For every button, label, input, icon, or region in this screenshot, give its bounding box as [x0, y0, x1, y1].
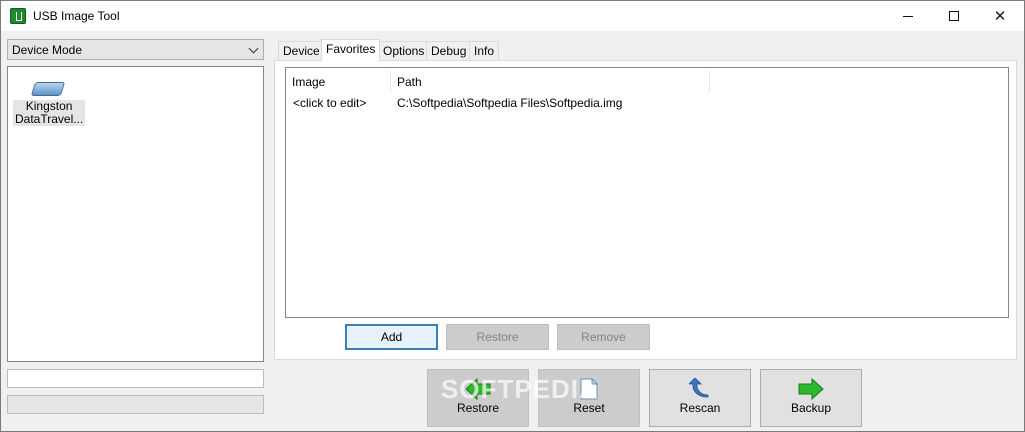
maximize-button[interactable]	[931, 1, 977, 31]
minimize-button[interactable]	[885, 1, 931, 31]
tab-info[interactable]: Info	[469, 41, 500, 60]
arrow-left-icon	[465, 378, 491, 400]
tab-device[interactable]: Device	[278, 41, 325, 60]
tab-options[interactable]: Options	[378, 41, 430, 60]
arrow-right-icon	[798, 378, 824, 400]
restore-favorite-button[interactable]: Restore	[446, 324, 549, 350]
backup-button[interactable]: Backup	[760, 369, 862, 427]
backup-label: Backup	[790, 401, 832, 415]
app-window: USB Image Tool ✕ Device Mode Kingston Dat…	[0, 0, 1025, 432]
reset-label: Reset	[573, 401, 605, 415]
device-item-kingston[interactable]: Kingston DataTravel...	[13, 82, 86, 126]
status-field	[7, 395, 264, 414]
favorites-list[interactable]: Image Path <click to edit> C:\Softpedia\…	[285, 67, 1009, 318]
device-label: Kingston DataTravel...	[13, 99, 86, 126]
maximize-icon	[949, 11, 959, 21]
favorite-path-cell[interactable]: C:\Softpedia\Softpedia Files\Softpedia.i…	[397, 96, 622, 110]
mode-select[interactable]: Device Mode	[7, 39, 264, 60]
tab-debug[interactable]: Debug	[426, 41, 472, 60]
rescan-button[interactable]: Rescan	[649, 369, 751, 427]
add-button[interactable]: Add	[345, 324, 438, 350]
rescan-label: Rescan	[679, 401, 721, 415]
column-header-path[interactable]: Path	[391, 71, 710, 92]
column-header-image[interactable]: Image	[286, 71, 391, 92]
refresh-arrow-icon	[689, 378, 709, 398]
document-icon	[580, 378, 598, 400]
restore-button[interactable]: Restore	[427, 369, 529, 427]
reset-button[interactable]: Reset	[538, 369, 640, 427]
minimize-icon	[903, 15, 913, 17]
window-title: USB Image Tool	[33, 9, 120, 23]
device-list[interactable]: Kingston DataTravel...	[7, 66, 264, 362]
title-bar: USB Image Tool ✕	[1, 1, 1024, 31]
close-icon: ✕	[993, 8, 1007, 25]
app-icon	[10, 8, 26, 24]
close-button[interactable]: ✕	[977, 1, 1023, 31]
chevron-down-icon	[248, 43, 259, 54]
mode-select-value: Device Mode	[12, 43, 83, 57]
progress-bar	[7, 369, 264, 388]
favorites-panel: Image Path <click to edit> C:\Softpedia\…	[274, 60, 1017, 360]
remove-button[interactable]: Remove	[557, 324, 650, 350]
tab-favorites[interactable]: Favorites	[321, 39, 381, 61]
favorite-image-cell[interactable]: <click to edit>	[293, 96, 366, 110]
restore-label: Restore	[456, 401, 500, 415]
usb-drive-icon	[30, 82, 66, 96]
